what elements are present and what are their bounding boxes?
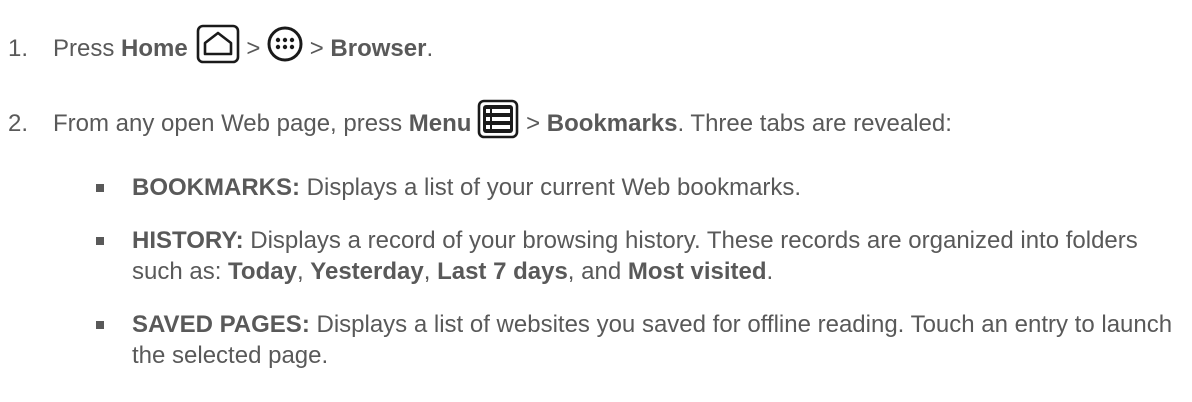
comma: , (296, 258, 311, 285)
separator: > (519, 109, 547, 137)
home-label: Home (121, 34, 188, 62)
separator: > (239, 34, 268, 62)
bullet-description: Displays a list of your current Web book… (300, 174, 802, 201)
bullet-icon (96, 184, 104, 192)
bullet-label: HISTORY: (132, 227, 244, 254)
step-2: 2. From any open Web page, press Menu > … (8, 99, 952, 148)
step-text: From any open Web page, press (53, 109, 409, 137)
step-end: . Three tabs are revealed: (677, 109, 952, 137)
menu-key-icon (477, 99, 519, 148)
comma: , (423, 258, 438, 285)
folder-last-7-days: Last 7 days (437, 258, 568, 285)
step-1: 1. Press Home > > Browser . (8, 24, 433, 73)
bullet-bookmarks: BOOKMARKS: Displays a list of your curre… (132, 172, 1182, 203)
folder-yesterday: Yesterday (310, 258, 424, 285)
step-number: 1. (8, 34, 29, 62)
bullet-icon (96, 321, 104, 329)
step-number: 2. (8, 109, 29, 137)
bookmarks-label: Bookmarks (546, 109, 678, 137)
menu-label: Menu (408, 109, 472, 137)
folder-most-visited: Most visited (627, 258, 767, 285)
browser-label: Browser (330, 34, 427, 62)
step-end: . (426, 34, 434, 62)
conjunction: , and (567, 258, 628, 285)
apps-icon (267, 26, 303, 71)
bullet-icon (96, 237, 104, 245)
home-key-icon (196, 24, 240, 73)
bullet-label: BOOKMARKS: (132, 174, 300, 201)
bullet-label: SAVED PAGES: (132, 311, 310, 338)
step-text: Press (53, 34, 122, 62)
bullet-saved-pages: SAVED PAGES: Displays a list of websites… (132, 309, 1182, 371)
folder-today: Today (228, 258, 297, 285)
bullet-history: HISTORY: Displays a record of your brows… (132, 225, 1182, 287)
period: . (766, 258, 774, 285)
separator: > (303, 34, 331, 62)
